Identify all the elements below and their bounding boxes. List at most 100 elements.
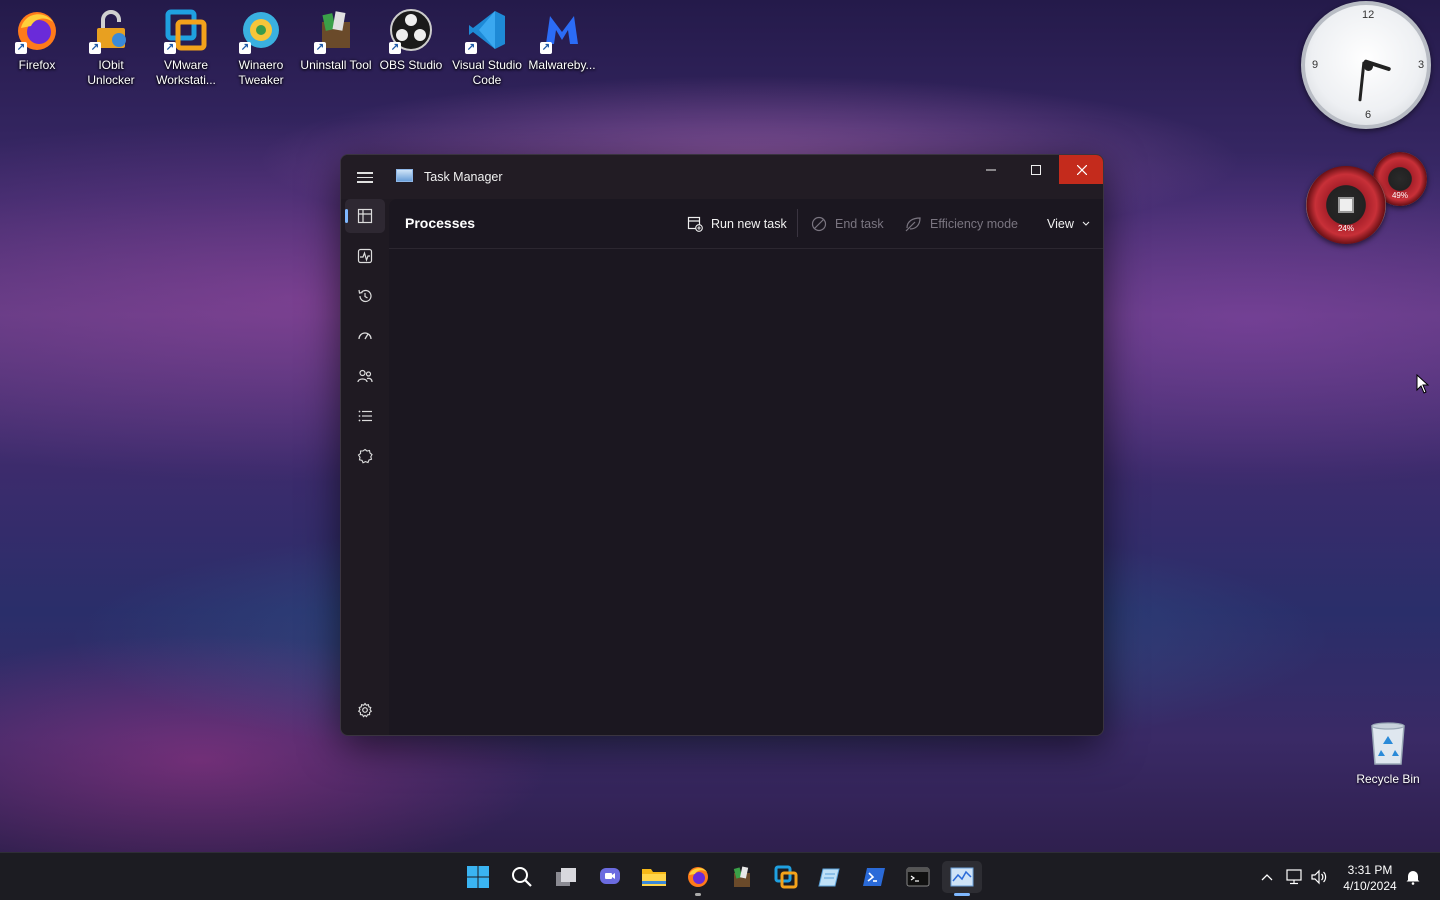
desktop-icon-label: Recycle Bin [1356, 772, 1420, 786]
terminal-icon [906, 867, 930, 887]
desktop-icon-label: Winaero Tweaker [238, 58, 284, 87]
command-bar: Processes Run new task End task Efficien… [389, 199, 1103, 249]
hamburger-menu-icon[interactable] [355, 169, 375, 185]
clock-gadget[interactable]: 12 3 6 9 [1301, 1, 1431, 129]
app-history-icon [358, 289, 372, 303]
taskbar-firefox[interactable] [682, 861, 714, 896]
nav-performance[interactable] [345, 239, 385, 273]
nav-settings[interactable] [345, 693, 385, 727]
notepad-icon [818, 868, 840, 887]
end-task-label: End task [835, 217, 884, 231]
efficiency-mode-button[interactable]: Efficiency mode [905, 213, 1018, 235]
volume-icon [1311, 869, 1327, 885]
desktop-icon-vscode[interactable]: ↗ Visual Studio Code [451, 6, 523, 88]
winaero-icon: ↗ [237, 6, 285, 54]
vmware-icon: ↗ [162, 6, 210, 54]
active-indicator [954, 893, 970, 896]
maximize-button[interactable] [1013, 155, 1058, 184]
efficiency-mode-icon [905, 217, 921, 232]
close-button[interactable] [1059, 155, 1103, 184]
users-icon [357, 369, 373, 383]
clock-number: 9 [1312, 59, 1319, 71]
desktop-icon-label: Malwareby... [528, 58, 596, 72]
end-task-icon [811, 216, 827, 232]
run-new-task-label: Run new task [711, 217, 787, 231]
clock-number: 6 [1365, 109, 1372, 121]
taskbar-clock[interactable]: 3:31 PM 4/10/2024 [1336, 862, 1404, 894]
desktop-icon-label: OBS Studio [379, 58, 443, 72]
taskbar-file-explorer[interactable] [638, 861, 670, 893]
processes-page: Processes Run new task End task Efficien… [389, 199, 1103, 735]
network-button[interactable] [1284, 861, 1306, 893]
desktop-icon-uninstall-tool[interactable]: ↗ Uninstall Tool [300, 6, 372, 73]
taskbar-notepad[interactable] [814, 861, 846, 893]
volume-button[interactable] [1308, 861, 1330, 893]
nav-app-history[interactable] [345, 279, 385, 313]
taskbar-powershell[interactable] [858, 861, 890, 893]
search-icon [512, 867, 532, 887]
recycle-bin-icon [1371, 722, 1405, 765]
show-hidden-icons-button[interactable] [1256, 861, 1278, 893]
desktop-icon-obs[interactable]: ↗ OBS Studio [375, 6, 447, 73]
efficiency-mode-label: Efficiency mode [930, 217, 1019, 231]
nav-services[interactable] [345, 439, 385, 473]
malwarebytes-icon: ↗ [538, 6, 586, 54]
desktop-icon-vmware[interactable]: ↗ VMware Workstati... [150, 6, 222, 88]
taskbar-vmware[interactable] [770, 861, 802, 893]
window-title: Task Manager [424, 170, 503, 184]
desktop-icon-firefox[interactable]: ↗ Firefox [1, 6, 73, 73]
maximize-icon [1030, 164, 1041, 175]
nav-users[interactable] [345, 359, 385, 393]
page-title: Processes [405, 215, 476, 231]
network-icon [1286, 869, 1302, 885]
task-manager-app-icon [396, 169, 413, 182]
minimize-button[interactable] [968, 155, 1013, 184]
uninstall-tool-icon [733, 866, 750, 887]
clock-number: 3 [1418, 59, 1425, 71]
notifications-button[interactable] [1402, 861, 1424, 893]
nav-startup-apps[interactable] [345, 319, 385, 353]
chevron-up-icon [1261, 874, 1273, 881]
taskbar-terminal[interactable] [902, 861, 934, 893]
nav-details[interactable] [345, 399, 385, 433]
taskbar-uninstall-tool[interactable] [726, 861, 758, 893]
desktop-icon-label: IObit Unlocker [87, 58, 135, 87]
mouse-cursor-icon [1416, 374, 1430, 394]
run-new-task-button[interactable]: Run new task [687, 213, 787, 235]
start-button[interactable] [462, 861, 494, 893]
taskbar-time: 3:31 PM [1347, 863, 1393, 877]
windows-logo-icon [467, 866, 489, 888]
nav-processes[interactable] [345, 199, 385, 233]
teams-chat-button[interactable] [594, 861, 626, 893]
taskbar-task-manager[interactable] [942, 861, 982, 896]
title-bar[interactable]: Task Manager [341, 155, 1103, 199]
search-button[interactable] [506, 861, 538, 893]
task-manager-icon [950, 867, 974, 887]
clock-number: 12 [1362, 9, 1375, 21]
chat-icon [600, 868, 620, 884]
details-icon [358, 410, 372, 422]
chevron-down-icon [1082, 221, 1090, 226]
command-separator [797, 209, 798, 237]
meter-percent: 24% [1337, 224, 1354, 233]
powershell-icon [863, 868, 885, 886]
end-task-button[interactable]: End task [811, 213, 884, 235]
desktop-icon-label: Visual Studio Code [452, 58, 522, 87]
meter-gadget-big[interactable]: 24% [1306, 166, 1386, 244]
desktop-icon-malwarebytes[interactable]: ↗ Malwareby... [526, 6, 598, 73]
view-dropdown[interactable]: View [1047, 213, 1090, 235]
close-icon [1076, 164, 1087, 175]
desktop-icon-iobit-unlocker[interactable]: ↗ IObit Unlocker [75, 6, 147, 88]
desktop-icon-label: VMware Workstati... [156, 58, 216, 87]
desktop-icon-winaero[interactable]: ↗ Winaero Tweaker [225, 6, 297, 88]
desktop-icon-label: Uninstall Tool [300, 58, 372, 72]
desktop-icon-recycle-bin[interactable]: Recycle Bin [1352, 720, 1424, 786]
firefox-icon: ↗ [13, 6, 61, 54]
services-icon [357, 448, 373, 464]
vscode-icon: ↗ [463, 6, 511, 54]
vmware-icon [774, 865, 798, 889]
stop-icon[interactable] [1338, 197, 1354, 213]
task-manager-window: Task Manager Processes Run new task End … [340, 154, 1104, 736]
uninstall-tool-icon: ↗ [312, 6, 360, 54]
task-view-button[interactable] [550, 861, 582, 893]
